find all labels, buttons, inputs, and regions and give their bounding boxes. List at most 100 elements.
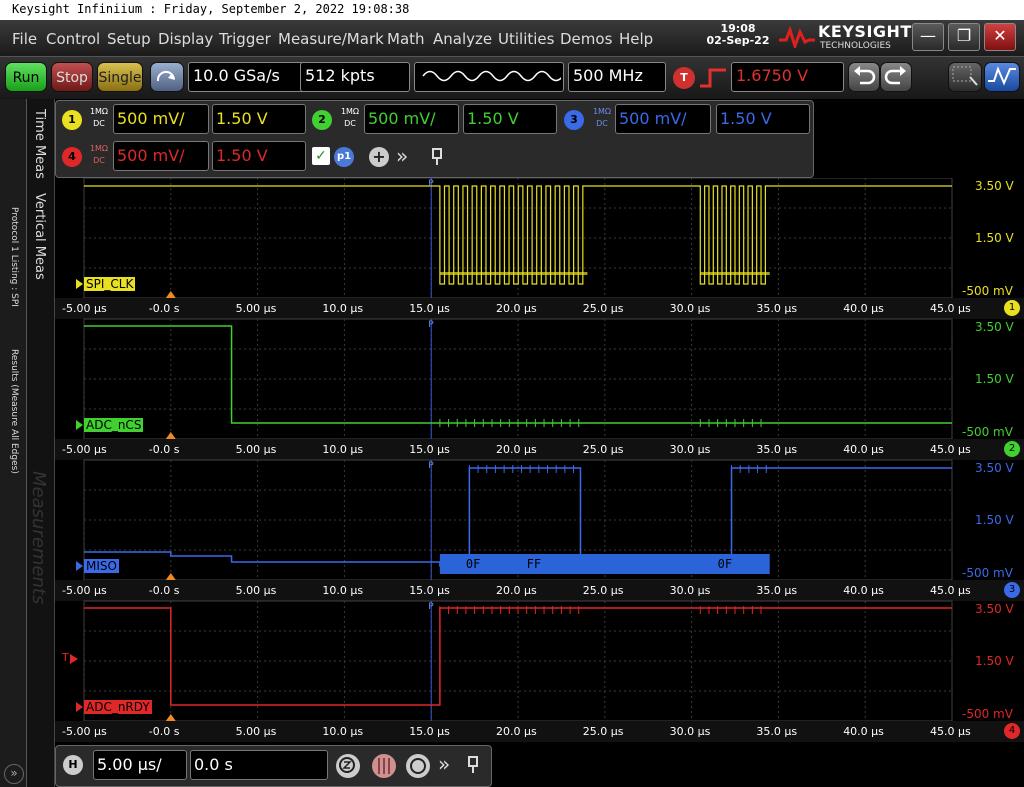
channel-1-coupling[interactable]: 1MΩ DC <box>89 106 109 132</box>
v-bottom-label: -500 mV <box>962 707 1013 721</box>
trigger-level-field[interactable]: 1.6750 V <box>731 62 844 92</box>
timebase-panel: H 5.00 µs/ 0.0 s » <box>55 745 492 787</box>
timebase-position[interactable]: 0.0 s <box>190 750 328 780</box>
acquisition-mode-field[interactable] <box>414 62 564 92</box>
v-mid-label: 1.50 V <box>975 654 1014 668</box>
timebase-scale[interactable]: 5.00 µs/ <box>93 750 187 780</box>
left-sidebar: Protocol 1 Listing : SPI Results (Measur… <box>0 99 27 787</box>
channel-4-coupling[interactable]: 1MΩ DC <box>89 143 109 169</box>
zoom-icon <box>339 757 355 773</box>
channel-2-coupling[interactable]: 1MΩ DC <box>340 106 360 132</box>
waveform-display[interactable] <box>55 178 1024 744</box>
v-top-label: 3.50 V <box>975 320 1014 334</box>
menu-utilities[interactable]: Utilities <box>498 30 554 48</box>
menu-help[interactable]: Help <box>619 30 653 48</box>
add-channel-button[interactable]: + <box>369 147 389 167</box>
channel-4-badge[interactable]: 4 <box>62 147 82 167</box>
pointer-mode-button[interactable] <box>948 62 982 92</box>
menu-trigger[interactable]: Trigger <box>219 30 271 48</box>
rising-edge-icon[interactable] <box>698 66 728 90</box>
menu-file[interactable]: File <box>12 30 37 48</box>
x-tick-label: 20.0 µs <box>496 584 537 597</box>
channel-4-dc: DC <box>93 156 105 165</box>
horizontal-badge[interactable]: H <box>63 755 83 775</box>
channel-1-scale[interactable]: 500 mV/ <box>113 104 209 134</box>
minimize-button[interactable]: — <box>912 23 944 51</box>
grid-button[interactable] <box>372 754 396 778</box>
run-button[interactable]: Run <box>5 62 47 92</box>
menu-control[interactable]: Control <box>46 30 100 48</box>
memory-depth-field[interactable]: 512 kpts <box>300 62 410 92</box>
x-tick-label: 20.0 µs <box>496 443 537 456</box>
more-channels-button[interactable]: » <box>396 144 408 168</box>
x-tick-label: 5.00 µs <box>235 725 277 738</box>
tab-vertical-meas[interactable]: Vertical Meas <box>32 193 47 280</box>
pin-icon-bottom[interactable] <box>466 755 480 777</box>
protocol-p1-badge[interactable]: p1 <box>334 147 354 167</box>
bandwidth-field[interactable]: 500 MHz <box>568 62 666 92</box>
more-timebase-button[interactable]: » <box>438 752 450 776</box>
pointer-icon <box>952 66 978 86</box>
channel-1-indicator[interactable]: 1 <box>1004 300 1020 316</box>
x-tick-label: 15.0 µs <box>409 584 450 597</box>
channel-4-scale[interactable]: 500 mV/ <box>113 141 209 171</box>
restore-button[interactable]: ❐ <box>948 23 980 51</box>
clock-date: 02-Sep-22 <box>706 34 770 47</box>
search-button[interactable] <box>406 754 430 778</box>
position-marker: P <box>428 179 434 189</box>
auto-scale-button[interactable] <box>150 62 184 92</box>
decoded-byte[interactable]: FF <box>527 557 541 571</box>
channel-3-dc: DC <box>596 119 608 128</box>
x-tick-label: 30.0 µs <box>669 443 711 456</box>
autoscale-waveform-button[interactable] <box>984 62 1020 92</box>
close-button[interactable]: ✕ <box>984 23 1016 51</box>
channel-2-badge[interactable]: 2 <box>312 110 332 130</box>
v-bottom-label: -500 mV <box>962 284 1013 298</box>
position-marker: P <box>428 602 434 612</box>
x-tick-label: -0.0 s <box>148 443 180 456</box>
single-button[interactable]: Single <box>97 62 143 92</box>
trigger-badge[interactable]: T <box>673 67 695 89</box>
channel-4-offset[interactable]: 1.50 V <box>212 141 306 171</box>
channel-2-scale[interactable]: 500 mV/ <box>364 104 459 134</box>
sample-rate-field[interactable]: 10.0 GSa/s <box>188 62 306 92</box>
menu-measure-mark[interactable]: Measure/Mark <box>278 30 384 48</box>
channel-3-indicator[interactable]: 3 <box>1004 582 1020 598</box>
channel-1-badge[interactable]: 1 <box>62 110 82 130</box>
menu-analyze[interactable]: Analyze <box>433 30 492 48</box>
channel-name-tag: SPI_CLK <box>84 277 136 291</box>
menu-display[interactable]: Display <box>158 30 213 48</box>
x-tick-label: -5.00 µs <box>62 725 107 738</box>
channel-3-scale[interactable]: 500 mV/ <box>615 104 711 134</box>
expand-sidebar-button[interactable]: » <box>4 764 24 784</box>
menu-demos[interactable]: Demos <box>560 30 612 48</box>
redo-button[interactable] <box>880 62 912 92</box>
tab-measurements[interactable]: Measurements <box>28 471 49 604</box>
tab-time-meas[interactable]: Time Meas <box>32 109 47 179</box>
decoded-byte[interactable]: 0F <box>466 557 480 571</box>
menu-math[interactable]: Math <box>387 30 425 48</box>
undo-button[interactable] <box>848 62 880 92</box>
channel-3-coupling[interactable]: 1MΩ DC <box>592 106 612 132</box>
channel-name-tag: ADC_nCS <box>84 418 144 432</box>
channel-4-indicator[interactable]: 4 <box>1004 723 1020 739</box>
results-tab[interactable]: Results (Measure All Edges) <box>9 349 19 474</box>
grid-icon <box>378 758 390 774</box>
channel-1-offset[interactable]: 1.50 V <box>212 104 306 134</box>
channel-2-offset[interactable]: 1.50 V <box>463 104 557 134</box>
x-tick-label: 25.0 µs <box>582 443 624 456</box>
x-tick-label: 40.0 µs <box>843 584 884 597</box>
stop-button[interactable]: Stop <box>51 62 93 92</box>
decoded-byte[interactable]: 0F <box>718 557 732 571</box>
protocol-listing-tab[interactable]: Protocol 1 Listing : SPI <box>9 207 19 307</box>
channel-3-badge[interactable]: 3 <box>564 110 584 130</box>
checkbox-icon[interactable]: ✓ <box>312 147 330 165</box>
x-tick-label: 25.0 µs <box>582 725 624 738</box>
channel-1-dc: DC <box>93 119 105 128</box>
channel-3-offset[interactable]: 1.50 V <box>716 104 810 134</box>
zoom-button[interactable] <box>336 754 360 778</box>
channel-2-indicator[interactable]: 2 <box>1004 441 1020 457</box>
pin-icon[interactable] <box>430 147 444 167</box>
clock: 19:08 02-Sep-22 <box>706 23 770 47</box>
menu-setup[interactable]: Setup <box>107 30 151 48</box>
